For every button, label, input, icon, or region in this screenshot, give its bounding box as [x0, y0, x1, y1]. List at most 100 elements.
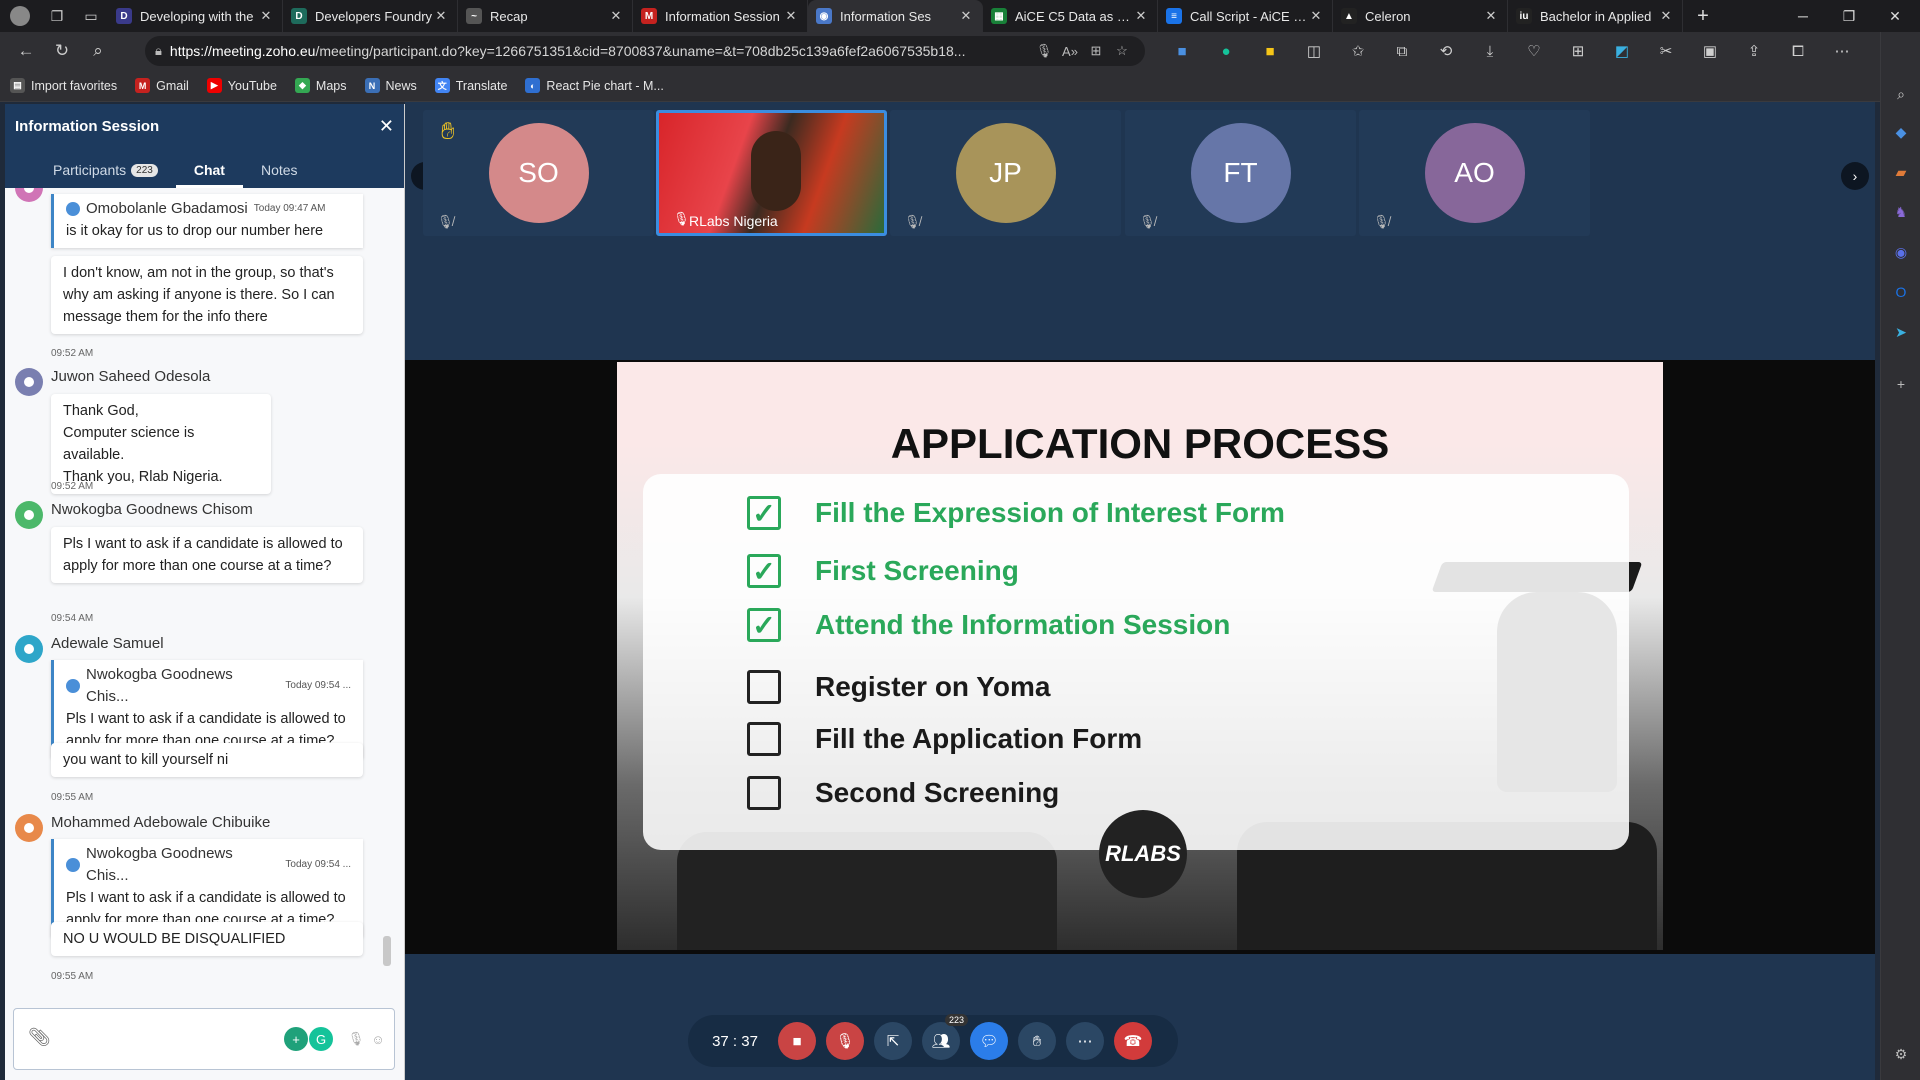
close-tab-icon[interactable]: ✕: [1308, 8, 1324, 24]
sidebar-outlook-icon[interactable]: O: [1889, 280, 1913, 304]
participant-tile[interactable]: SO 🎙︎̸ ✋︎: [423, 110, 654, 236]
favorites-icon[interactable]: ✩: [1336, 32, 1380, 70]
more-options-button[interactable]: ⋯: [1066, 1022, 1104, 1060]
grammarly-icon[interactable]: G: [309, 1027, 333, 1051]
tab-title: Call Script - AiCE Pro: [1190, 8, 1308, 24]
workspaces-icon[interactable]: ❐: [40, 0, 74, 32]
extensions-icon[interactable]: ⧠: [1776, 32, 1820, 70]
mic-muted-button[interactable]: 🎙︎: [826, 1022, 864, 1060]
refresh-icon[interactable]: ↻: [44, 35, 80, 67]
close-tab-icon[interactable]: ✕: [433, 8, 449, 24]
tab-participants[interactable]: Participants 223: [35, 162, 176, 188]
history-icon[interactable]: ⟲: [1424, 32, 1468, 70]
tab-actions-icon[interactable]: ▭: [74, 0, 108, 32]
profile-icon[interactable]: [0, 0, 40, 32]
microphone-icon[interactable]: 🎙︎: [1031, 43, 1057, 59]
next-participants-icon[interactable]: ›: [1841, 162, 1869, 190]
bookmark-item[interactable]: ◆ Maps: [294, 78, 347, 93]
message-time: 09:54 AM: [51, 613, 94, 624]
browser-tab[interactable]: D Developing with the ✕: [108, 0, 283, 32]
collections-icon[interactable]: ⧉: [1380, 32, 1424, 70]
close-tab-icon[interactable]: ✕: [258, 8, 274, 24]
app-available-icon[interactable]: ⊞: [1083, 43, 1109, 59]
chat-input[interactable]: [58, 1017, 278, 1061]
emoji-icon[interactable]: ☺: [366, 1027, 390, 1051]
bookmark-item[interactable]: ◐ React Pie chart - M...: [525, 78, 664, 93]
browser-tab[interactable]: ▲ Celeron ✕: [1333, 0, 1508, 32]
browser-tab[interactable]: ≡ Call Script - AiCE Pro ✕: [1158, 0, 1333, 32]
chat-button[interactable]: 💬︎: [970, 1022, 1008, 1060]
empty-checkbox-icon: [747, 670, 781, 704]
sidebar-tools-icon[interactable]: ♞: [1889, 200, 1913, 224]
browser-tab[interactable]: M Information Session ✕: [633, 0, 808, 32]
close-tab-icon[interactable]: ✕: [1133, 8, 1149, 24]
empty-checkbox-icon: [747, 776, 781, 810]
video-off-button[interactable]: ■: [778, 1022, 816, 1060]
close-window-icon[interactable]: ✕: [1872, 0, 1918, 32]
apps-icon[interactable]: ⊞: [1556, 32, 1600, 70]
close-tab-icon[interactable]: ✕: [608, 8, 624, 24]
sidebar-shopping-icon[interactable]: ▰: [1889, 160, 1913, 184]
bookmark-item[interactable]: N News: [364, 78, 417, 93]
extension-yellow-icon[interactable]: ■: [1248, 32, 1292, 70]
new-tab-button[interactable]: +: [1683, 0, 1723, 32]
reactions-button[interactable]: ✋︎: [1018, 1022, 1056, 1060]
sidebar-toggle-icon[interactable]: ▣: [1688, 32, 1732, 70]
chat-message-list[interactable]: Omobolanle Gbadamosi Today 09:47 AM is it…: [5, 188, 395, 996]
bookmark-item[interactable]: M Gmail: [135, 78, 189, 93]
participant-tile[interactable]: FT 🎙︎̸: [1125, 110, 1356, 236]
sidebar-games-icon[interactable]: ◉: [1889, 240, 1913, 264]
browser-tab[interactable]: D Developers Foundry ✕: [283, 0, 458, 32]
grammarly-icon[interactable]: ●: [1204, 32, 1248, 70]
split-screen-icon[interactable]: ◫: [1292, 32, 1336, 70]
add-icon[interactable]: +: [284, 1027, 308, 1051]
close-tab-icon[interactable]: ✕: [783, 8, 799, 24]
close-tab-icon[interactable]: ✕: [958, 8, 974, 24]
close-panel-icon[interactable]: ✕: [379, 116, 394, 137]
tab-chat[interactable]: Chat: [175, 162, 243, 188]
participants-button[interactable]: 👥︎ 223: [922, 1014, 968, 1060]
downloads-icon[interactable]: ⤓: [1468, 32, 1512, 70]
edge-bar-icon[interactable]: ◩: [1600, 32, 1644, 70]
participant-tile[interactable]: 🎙︎ RLabs Nigeria: [656, 110, 887, 236]
attachment-icon[interactable]: 📎︎: [28, 1027, 51, 1048]
more-menu-icon[interactable]: ⋯: [1820, 32, 1864, 70]
sidebar-settings-icon[interactable]: ⚙: [1889, 1042, 1913, 1066]
sidebar-telegram-icon[interactable]: ➤: [1889, 320, 1913, 344]
close-tab-icon[interactable]: ✕: [1658, 8, 1674, 24]
minimize-icon[interactable]: ─: [1780, 0, 1826, 32]
extension-icon[interactable]: ■: [1160, 32, 1204, 70]
checklist-item-text: Second Screening: [815, 777, 1060, 808]
browser-tab[interactable]: ~ Recap ✕: [458, 0, 633, 32]
screenshot-icon[interactable]: ✂: [1644, 32, 1688, 70]
read-aloud-icon[interactable]: A»: [1057, 44, 1083, 59]
search-icon[interactable]: ⌕: [80, 35, 116, 67]
bookmark-item[interactable]: 文 Translate: [434, 78, 507, 93]
browser-tab[interactable]: ◉ Information Ses ✕: [808, 0, 983, 32]
participant-tile[interactable]: AO 🎙︎̸: [1359, 110, 1590, 236]
restore-icon[interactable]: ❐: [1826, 0, 1872, 32]
bookmark-item[interactable]: ▤ Import favorites: [10, 78, 117, 93]
microphone-icon[interactable]: 🎙︎: [344, 1027, 368, 1051]
browser-tab[interactable]: iu Bachelor in Applied ✕: [1508, 0, 1683, 32]
checklist-item-text: Fill the Expression of Interest Form: [815, 497, 1285, 528]
share-icon[interactable]: ⇪: [1732, 32, 1776, 70]
performance-icon[interactable]: ♡: [1512, 32, 1556, 70]
browser-tab[interactable]: ▦ AiCE C5 Data as of J ✕: [983, 0, 1158, 32]
back-icon[interactable]: ←: [8, 35, 44, 67]
tab-favicon-icon: ▲: [1341, 8, 1357, 24]
bookmark-item[interactable]: ▶ YouTube: [206, 78, 277, 93]
tab-notes[interactable]: Notes: [243, 162, 316, 188]
share-screen-button[interactable]: ⇱: [874, 1022, 912, 1060]
sidebar-tag-icon[interactable]: ◆: [1889, 120, 1913, 144]
sidebar-search-icon[interactable]: ⌕: [1889, 82, 1913, 106]
close-tab-icon[interactable]: ✕: [1483, 8, 1499, 24]
participant-tile[interactable]: JP 🎙︎̸: [890, 110, 1121, 236]
tab-favicon-icon: ▦: [991, 8, 1007, 24]
chat-scrollbar[interactable]: [383, 936, 391, 966]
sidebar-add-icon[interactable]: +: [1889, 372, 1913, 396]
leave-call-button[interactable]: ☎︎: [1114, 1022, 1152, 1060]
url-bar[interactable]: 🔒︎ https://meeting.zoho.eu/meeting/parti…: [145, 36, 1145, 66]
favorite-star-icon[interactable]: ☆: [1109, 43, 1135, 59]
checklist-item: ✓ Attend the Information Session: [747, 608, 1230, 642]
